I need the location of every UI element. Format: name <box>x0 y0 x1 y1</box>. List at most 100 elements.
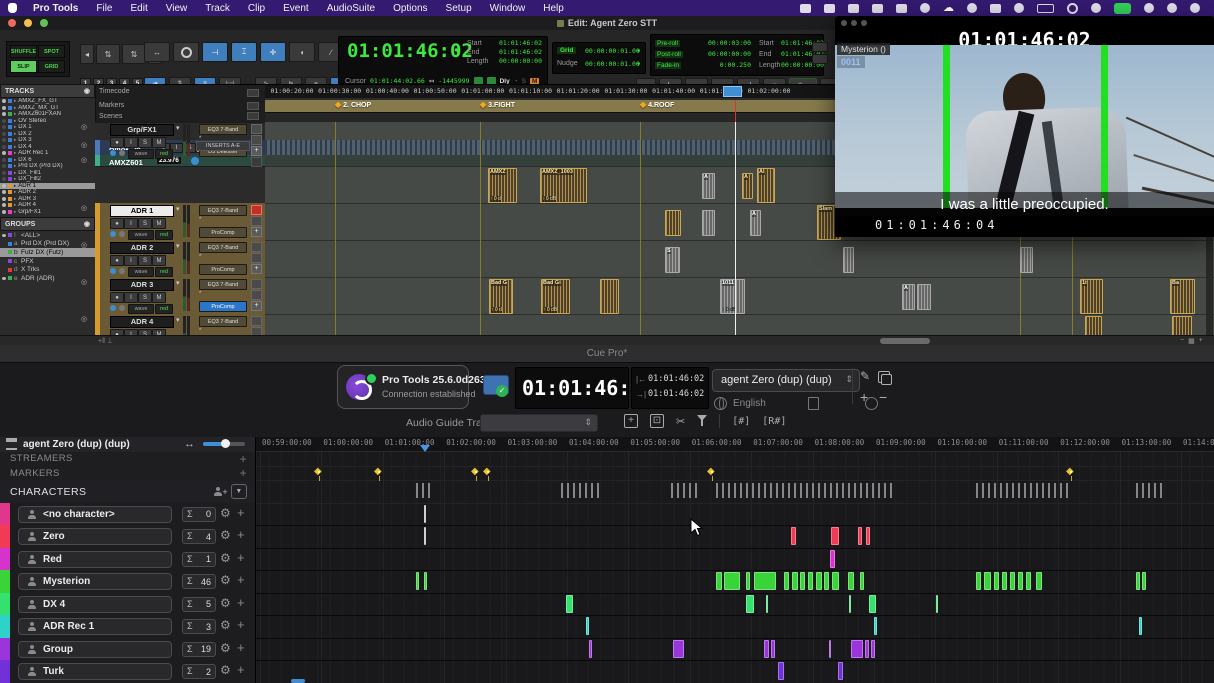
cue-clip[interactable] <box>746 595 754 613</box>
cue-count-field[interactable]: Σ0 <box>182 507 216 522</box>
audio-clip-a[interactable]: A <box>702 173 715 199</box>
audio-clip-a[interactable]: A <box>902 284 915 310</box>
menu-audiosuite[interactable]: AudioSuite <box>318 3 384 14</box>
cue-title-bar[interactable]: Cue Pro* <box>0 345 1214 363</box>
add-streamer-icon[interactable]: + <box>240 452 247 466</box>
character-settings-icon[interactable]: ⚙ <box>220 506 231 520</box>
character-row-zero[interactable]: ZeroΣ4⚙+ <box>0 525 255 549</box>
mode-grid[interactable]: GRID <box>38 60 65 73</box>
track-header-adr-3[interactable]: ◎ADR 3▾●ISMwaveredEQ3 7-Band*ProComp+ <box>95 277 265 315</box>
cue-clip[interactable] <box>865 640 869 658</box>
insert-eq[interactable]: EQ3 7-Band <box>199 242 247 253</box>
playlist-color-label[interactable]: red <box>155 304 173 314</box>
hscroll-thumb[interactable] <box>880 338 930 344</box>
cue-clip[interactable] <box>994 572 999 590</box>
menu-window[interactable]: Window <box>481 3 535 14</box>
cue-clip[interactable] <box>1142 572 1146 590</box>
track-visibility-icon[interactable]: ◎ <box>81 204 87 212</box>
script-page-icon[interactable] <box>808 397 819 410</box>
duplicate-icon[interactable] <box>878 371 890 383</box>
toolbar-extra-2[interactable] <box>812 54 828 64</box>
menu-clip[interactable]: Clip <box>239 3 274 14</box>
hash-tag-button[interactable]: [#] <box>732 416 750 427</box>
browser-icon[interactable] <box>967 3 977 13</box>
group-list-item[interactable]: dX Trks <box>0 265 95 274</box>
main-counter[interactable]: 01:01:46:02 <box>347 40 473 62</box>
cue-clip[interactable] <box>976 572 981 590</box>
clock-icon[interactable] <box>191 157 199 165</box>
character-settings-icon[interactable]: ⚙ <box>220 663 231 677</box>
character-row--no-character-[interactable]: <no character>Σ0⚙+ <box>0 503 255 527</box>
app-grid-icon[interactable] <box>824 4 835 13</box>
track-header-adr-1[interactable]: ◎ADR 1▾●ISMwaveredEQ3 7-Band*ProComp+ <box>95 203 265 241</box>
cue-clip[interactable] <box>1010 572 1015 590</box>
group-list-item[interactable]: !<ALL> <box>0 231 95 240</box>
insert-eq[interactable]: EQ3 7-Band <box>199 279 247 290</box>
track-btn-●[interactable]: ● <box>110 255 124 266</box>
boxed-a-icon[interactable] <box>990 4 1001 13</box>
counter-dropdown-icon[interactable]: ▾ <box>455 45 460 56</box>
insert-dyn[interactable]: ProComp <box>199 227 247 238</box>
cue-clip[interactable] <box>1002 572 1007 590</box>
character-name-field[interactable]: ADR Rec 1 <box>18 618 172 635</box>
cue-marker-diamond[interactable]: ◆ <box>1066 467 1074 477</box>
add-character-icon[interactable]: + <box>213 487 223 497</box>
cue-clip[interactable] <box>792 572 798 590</box>
cue-clip[interactable] <box>778 662 784 680</box>
camera-icon[interactable] <box>1114 3 1131 14</box>
cue-clip[interactable] <box>816 572 822 590</box>
take-selector[interactable]: agent Zero (dup) (dup) ⇕ <box>712 369 860 392</box>
character-name-field[interactable]: DX 4 <box>18 596 172 613</box>
track-header-grp-fx1[interactable]: ◎Grp/FX1▾●ISMwaveredEQ3 7-Band*D3 DeEsse… <box>95 122 265 123</box>
zoom-out-icon[interactable]: ◂ <box>80 44 94 64</box>
cue-clip[interactable] <box>1139 617 1142 635</box>
track-io-icon[interactable] <box>251 279 262 289</box>
cut-icon[interactable]: ✂ <box>676 415 685 428</box>
audio-clip[interactable] <box>665 210 681 236</box>
nudge-value[interactable]: 00:00:00:01.00 <box>585 60 640 68</box>
lane-dx-4[interactable] <box>256 593 1214 617</box>
cue-clip[interactable] <box>791 527 796 545</box>
lane-zero[interactable] <box>256 525 1214 549</box>
character-name-field[interactable]: Red <box>18 551 172 568</box>
track-visibility-icon[interactable]: ◎ <box>81 141 87 149</box>
screen-record-icon[interactable] <box>1144 3 1154 13</box>
cue-clip[interactable] <box>800 572 805 590</box>
audio-clip-ba[interactable]: Ba <box>1170 279 1195 314</box>
character-settings-icon[interactable]: ⚙ <box>220 528 231 542</box>
cue-clip[interactable] <box>1136 572 1140 590</box>
add-cue-icon[interactable]: + <box>237 550 245 565</box>
add-insert-icon[interactable]: + <box>251 146 262 156</box>
cue-marker-diamond[interactable]: ◆ <box>374 467 382 477</box>
chip-icon[interactable] <box>872 4 883 13</box>
grid-value-label[interactable]: Grid <box>557 47 576 54</box>
audio-clip[interactable] <box>843 247 854 273</box>
trim-tool-icon[interactable]: ⊣ <box>202 42 228 62</box>
cue-ruler[interactable]: 00:59:00:0001:00:00:0001:01:00:0001:02:0… <box>256 437 1214 452</box>
track-btn-I[interactable]: I <box>124 255 138 266</box>
track-options-icon[interactable] <box>251 157 262 167</box>
character-settings-icon[interactable]: ⚙ <box>220 641 231 655</box>
copy-box-icon[interactable]: ⊡ <box>650 414 664 428</box>
audio-clip-a[interactable]: A <box>742 173 753 199</box>
character-row-red[interactable]: RedΣ1⚙+ <box>0 548 255 572</box>
insert-dyn[interactable]: ProComp <box>199 301 247 312</box>
playlist-color-label[interactable]: red <box>155 267 173 277</box>
character-settings-icon[interactable]: ⚙ <box>220 551 231 565</box>
menu-track[interactable]: Track <box>196 3 239 14</box>
track-visibility-icon[interactable]: ◎ <box>81 123 87 131</box>
display-icon[interactable] <box>848 4 859 13</box>
cue-clip[interactable] <box>824 572 829 590</box>
cue-clip[interactable] <box>566 595 573 613</box>
track-name[interactable]: ADR 4 <box>110 316 174 328</box>
track-name[interactable]: ADR 2 <box>110 242 174 254</box>
character-row-adr-rec-1[interactable]: ADR Rec 1Σ3⚙+ <box>0 615 255 639</box>
cue-clip[interactable] <box>936 595 938 613</box>
character-row-turk[interactable]: TurkΣ2⚙+ <box>0 660 255 683</box>
new-track-icon[interactable]: +‖ ⊥ <box>98 337 113 345</box>
minimize-icon[interactable] <box>851 20 857 26</box>
remove-take-icon[interactable]: − <box>879 389 887 405</box>
mode-shuffle[interactable]: SHUFFLE <box>10 45 37 58</box>
cue-clip[interactable] <box>829 640 831 658</box>
insert-dyn[interactable]: ProComp <box>199 264 247 275</box>
